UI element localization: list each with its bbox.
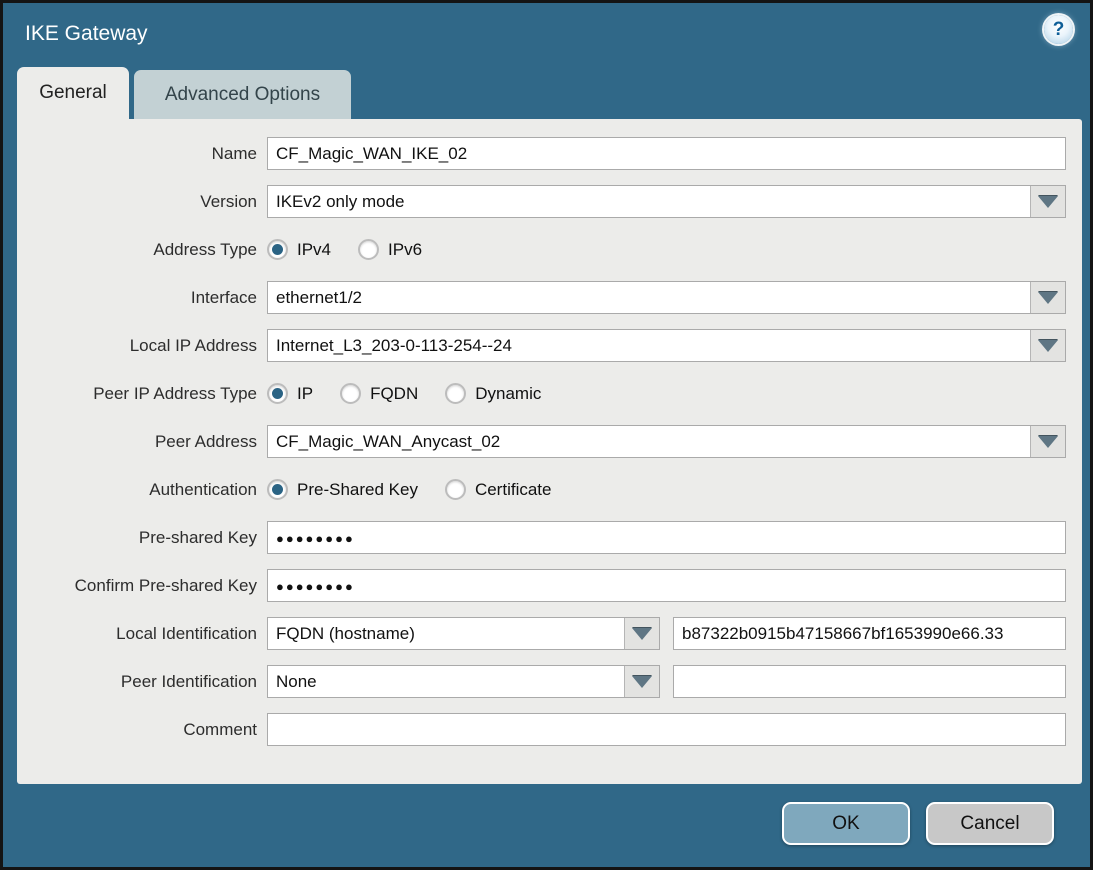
name-row: Name xyxy=(17,137,1082,170)
radio-option-ipv6[interactable]: IPv6 xyxy=(358,239,422,260)
interface-dropdown-button[interactable] xyxy=(1030,282,1065,313)
version-label: Version xyxy=(17,192,267,212)
radio-option-pre-shared-key-label: Pre-Shared Key xyxy=(297,480,418,500)
ok-button[interactable]: OK xyxy=(782,802,910,845)
general-tab-panel: Name Version IKEv2 only mode Address Typ… xyxy=(17,119,1082,784)
version-select[interactable]: IKEv2 only mode xyxy=(267,185,1066,218)
peer-address-select[interactable]: CF_Magic_WAN_Anycast_02 xyxy=(267,425,1066,458)
peer-ip-address-type-row: Peer IP Address Type IP FQDN Dynamic xyxy=(17,377,1082,410)
authentication-radio-group: Pre-Shared Key Certificate xyxy=(267,479,551,500)
local-identification-dropdown-button[interactable] xyxy=(624,618,659,649)
name-input[interactable] xyxy=(267,137,1066,170)
tab-advanced-options[interactable]: Advanced Options xyxy=(134,70,351,119)
interface-label: Interface xyxy=(17,288,267,308)
radio-option-certificate[interactable]: Certificate xyxy=(445,479,552,500)
chevron-down-icon xyxy=(1038,436,1058,448)
confirm-pre-shared-key-label: Confirm Pre-shared Key xyxy=(17,576,267,596)
radio-selected-icon[interactable] xyxy=(267,383,288,404)
comment-label: Comment xyxy=(17,720,267,740)
radio-option-ip[interactable]: IP xyxy=(267,383,313,404)
peer-identification-row: Peer Identification None xyxy=(17,665,1082,698)
comment-input[interactable] xyxy=(267,713,1066,746)
radio-selected-icon[interactable] xyxy=(267,239,288,260)
local-identification-label: Local Identification xyxy=(17,624,267,644)
radio-option-ipv4-label: IPv4 xyxy=(297,240,331,260)
comment-row: Comment xyxy=(17,713,1082,746)
local-ip-address-select-value: Internet_L3_203-0-113-254--24 xyxy=(268,330,1030,361)
peer-address-select-value: CF_Magic_WAN_Anycast_02 xyxy=(268,426,1030,457)
peer-identification-type-select[interactable]: None xyxy=(267,665,660,698)
radio-option-ip-label: IP xyxy=(297,384,313,404)
peer-address-row: Peer Address CF_Magic_WAN_Anycast_02 xyxy=(17,425,1082,458)
peer-ip-address-type-radio-group: IP FQDN Dynamic xyxy=(267,383,541,404)
pre-shared-key-label: Pre-shared Key xyxy=(17,528,267,548)
local-ip-address-row: Local IP Address Internet_L3_203-0-113-2… xyxy=(17,329,1082,362)
local-ip-address-label: Local IP Address xyxy=(17,336,267,356)
radio-option-fqdn-label: FQDN xyxy=(370,384,418,404)
local-ip-address-select[interactable]: Internet_L3_203-0-113-254--24 xyxy=(267,329,1066,362)
address-type-label: Address Type xyxy=(17,240,267,260)
chevron-down-icon xyxy=(632,676,652,688)
cancel-button[interactable]: Cancel xyxy=(926,802,1054,845)
radio-unselected-icon[interactable] xyxy=(445,383,466,404)
peer-identification-label: Peer Identification xyxy=(17,672,267,692)
dialog-title: IKE Gateway xyxy=(25,22,148,46)
radio-unselected-icon[interactable] xyxy=(445,479,466,500)
interface-row: Interface ethernet1/2 xyxy=(17,281,1082,314)
chevron-down-icon xyxy=(1038,292,1058,304)
pre-shared-key-input[interactable] xyxy=(267,521,1066,554)
radio-option-pre-shared-key[interactable]: Pre-Shared Key xyxy=(267,479,418,500)
address-type-radio-group: IPv4 IPv6 xyxy=(267,239,422,260)
peer-address-dropdown-button[interactable] xyxy=(1030,426,1065,457)
local-ip-address-dropdown-button[interactable] xyxy=(1030,330,1065,361)
name-label: Name xyxy=(17,144,267,164)
question-mark-glyph: ? xyxy=(1053,19,1065,41)
version-row: Version IKEv2 only mode xyxy=(17,185,1082,218)
authentication-label: Authentication xyxy=(17,480,267,500)
peer-ip-address-type-label: Peer IP Address Type xyxy=(17,384,267,404)
tab-bar: General Advanced Options xyxy=(17,67,351,119)
radio-option-fqdn[interactable]: FQDN xyxy=(340,383,418,404)
local-identification-type-value: FQDN (hostname) xyxy=(268,618,624,649)
radio-selected-icon[interactable] xyxy=(267,479,288,500)
peer-identification-dropdown-button[interactable] xyxy=(624,666,659,697)
confirm-pre-shared-key-input[interactable] xyxy=(267,569,1066,602)
pre-shared-key-row: Pre-shared Key xyxy=(17,521,1082,554)
authentication-row: Authentication Pre-Shared Key Certificat… xyxy=(17,473,1082,506)
interface-select[interactable]: ethernet1/2 xyxy=(267,281,1066,314)
radio-unselected-icon[interactable] xyxy=(358,239,379,260)
tab-general[interactable]: General xyxy=(17,67,129,119)
local-identification-type-select[interactable]: FQDN (hostname) xyxy=(267,617,660,650)
radio-option-dynamic-label: Dynamic xyxy=(475,384,541,404)
address-type-row: Address Type IPv4 IPv6 xyxy=(17,233,1082,266)
dialog-footer: OK Cancel xyxy=(782,802,1054,845)
dialog-titlebar: IKE Gateway xyxy=(3,3,1090,65)
confirm-pre-shared-key-row: Confirm Pre-shared Key xyxy=(17,569,1082,602)
cancel-button-label: Cancel xyxy=(960,813,1019,835)
radio-option-ipv4[interactable]: IPv4 xyxy=(267,239,331,260)
local-identification-value-input[interactable] xyxy=(673,617,1066,650)
help-icon[interactable]: ? xyxy=(1044,15,1073,44)
chevron-down-icon xyxy=(1038,340,1058,352)
version-dropdown-button[interactable] xyxy=(1030,186,1065,217)
peer-identification-value-input[interactable] xyxy=(673,665,1066,698)
ok-button-label: OK xyxy=(832,813,859,835)
radio-option-dynamic[interactable]: Dynamic xyxy=(445,383,541,404)
radio-unselected-icon[interactable] xyxy=(340,383,361,404)
chevron-down-icon xyxy=(632,628,652,640)
peer-identification-type-value: None xyxy=(268,666,624,697)
local-identification-row: Local Identification FQDN (hostname) xyxy=(17,617,1082,650)
chevron-down-icon xyxy=(1038,196,1058,208)
radio-option-ipv6-label: IPv6 xyxy=(388,240,422,260)
peer-address-label: Peer Address xyxy=(17,432,267,452)
radio-option-certificate-label: Certificate xyxy=(475,480,552,500)
interface-select-value: ethernet1/2 xyxy=(268,282,1030,313)
tab-general-label: General xyxy=(39,82,107,104)
tab-advanced-options-label: Advanced Options xyxy=(165,84,320,106)
version-select-value: IKEv2 only mode xyxy=(268,186,1030,217)
